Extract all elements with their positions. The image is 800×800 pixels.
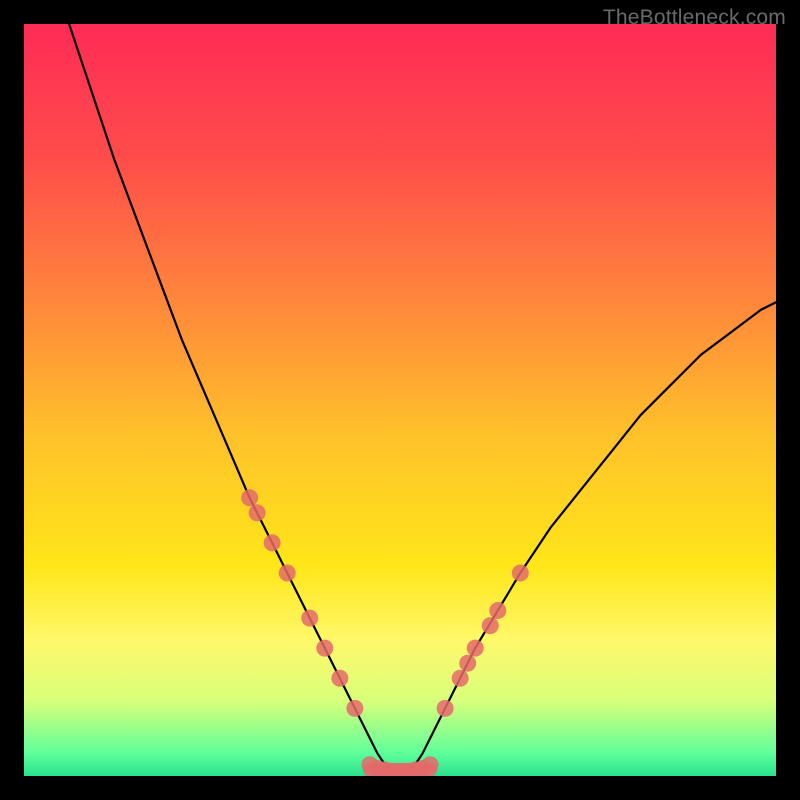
data-marker: [422, 756, 439, 773]
gradient-background: [24, 24, 776, 776]
data-marker: [279, 564, 296, 581]
data-marker: [301, 610, 318, 627]
data-marker: [316, 640, 333, 657]
data-marker: [437, 700, 454, 717]
chart-svg: [24, 24, 776, 776]
data-marker: [489, 602, 506, 619]
data-marker: [241, 489, 258, 506]
data-marker: [482, 617, 499, 634]
data-marker: [331, 670, 348, 687]
data-marker: [459, 655, 476, 672]
data-marker: [452, 670, 469, 687]
chart-frame: [24, 24, 776, 776]
data-marker: [249, 504, 266, 521]
data-marker: [512, 564, 529, 581]
data-marker: [467, 640, 484, 657]
data-marker: [346, 700, 363, 717]
watermark-text: TheBottleneck.com: [603, 6, 786, 30]
data-marker: [264, 534, 281, 551]
